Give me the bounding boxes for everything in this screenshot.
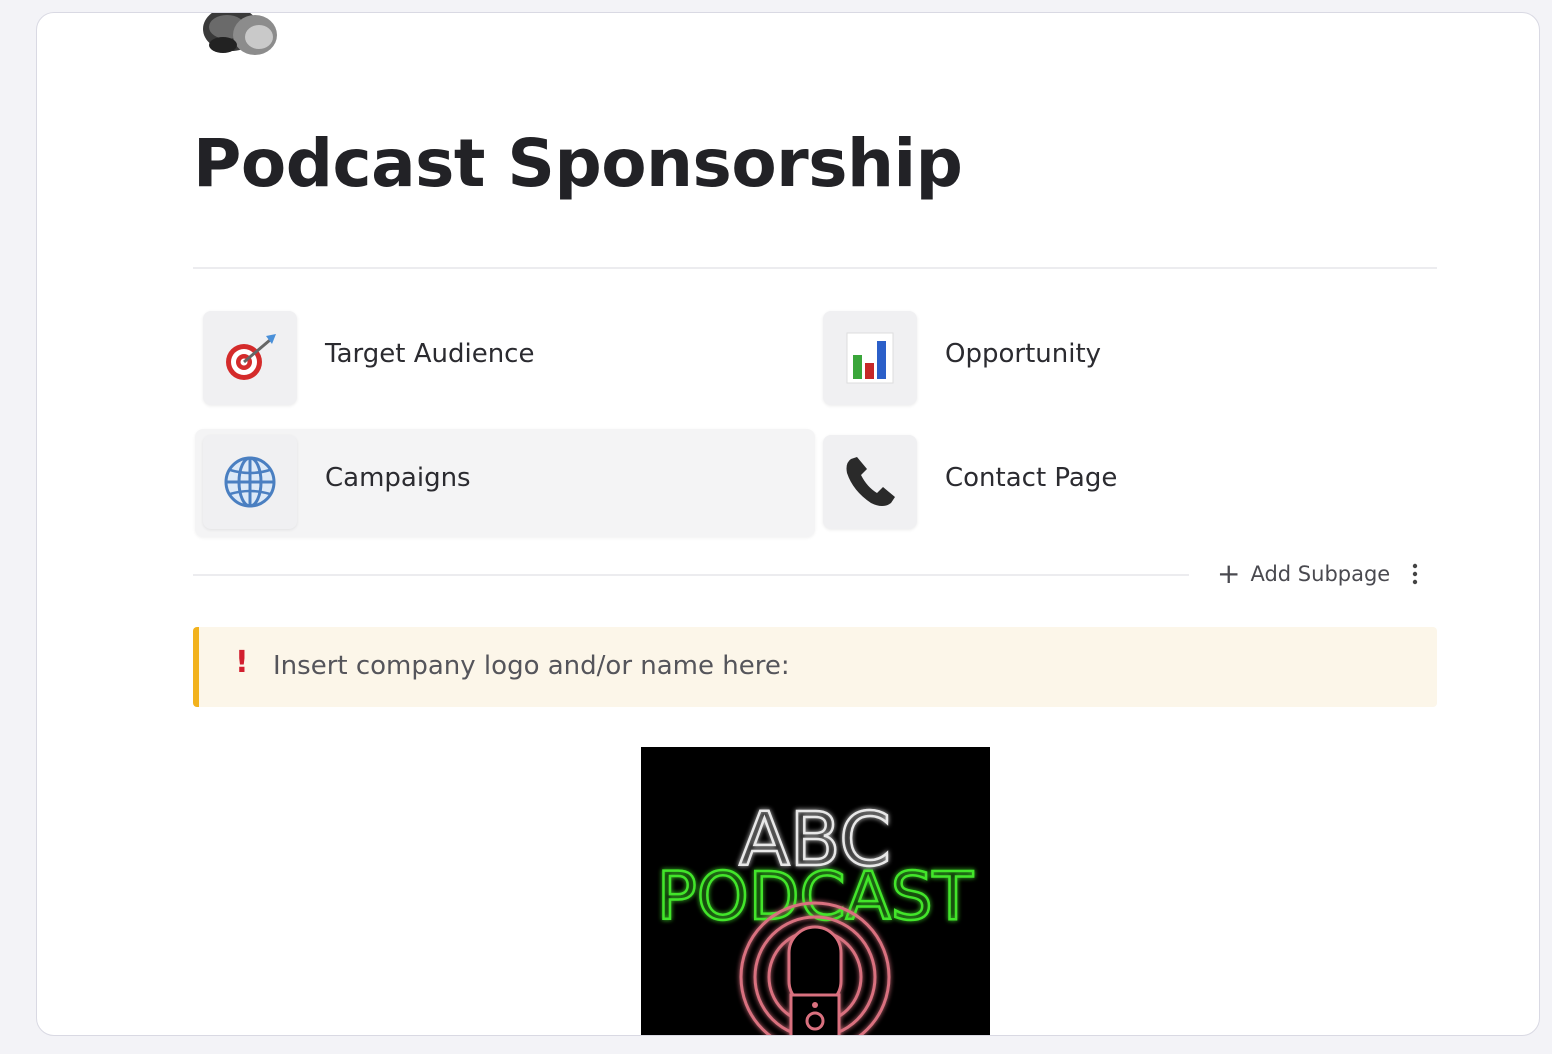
bar-chart-icon [823,311,917,405]
megaphone-icon[interactable] [193,13,283,69]
callout-text[interactable]: Insert company logo and/or name here: [273,651,790,681]
subpage-label: Campaigns [325,463,471,493]
callout-block[interactable]: ! Insert company logo and/or name here: [193,627,1437,707]
subpage-label: Target Audience [325,339,535,369]
page-card: Podcast Sponsorship Target Audience Oppo… [36,12,1540,1036]
add-subpage-label: Add Subpage [1250,562,1391,586]
subpage-label: Contact Page [945,463,1118,493]
logo-line2: PODCAST [657,858,974,935]
page-title: Podcast Sponsorship [193,125,963,202]
subpage-divider [193,574,1189,576]
subpage-contact-page[interactable]: Contact Page [815,429,1435,537]
subpage-campaigns[interactable]: Campaigns [195,429,815,537]
subpage-opportunity[interactable]: Opportunity [815,305,1435,413]
exclamation-icon: ! [235,645,249,680]
plus-icon: + [1217,557,1241,590]
target-icon [203,311,297,405]
title-divider [193,267,1437,269]
globe-icon [203,435,297,529]
phone-icon [823,435,917,529]
add-subpage-button[interactable]: + Add Subpage [1217,559,1390,589]
subpage-target-audience[interactable]: Target Audience [195,305,815,413]
kebab-menu-icon[interactable] [1405,561,1425,587]
subpage-label: Opportunity [945,339,1102,369]
podcast-logo-image[interactable]: ABC PODCAST [641,747,990,1035]
